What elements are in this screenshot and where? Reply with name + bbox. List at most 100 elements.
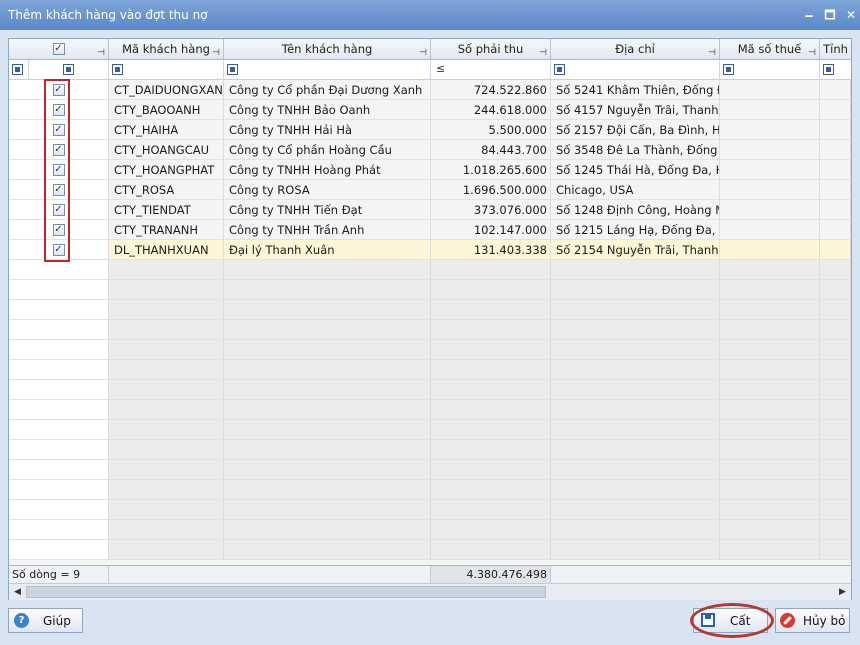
cell-empty (109, 400, 224, 420)
filter-amount[interactable]: ≤ (431, 60, 551, 80)
header-select-all[interactable]: ✓ ⊣ (9, 39, 109, 60)
cell-empty (224, 340, 431, 360)
row-checkbox[interactable]: ✓ (52, 224, 65, 236)
header-tax-code[interactable]: Mã số thuế ⊣ (720, 39, 820, 60)
filter-code[interactable] (109, 60, 224, 80)
empty-row (9, 300, 851, 320)
pin-icon[interactable]: ⊣ (419, 43, 427, 60)
filter-icon[interactable] (62, 64, 74, 75)
row-select-cell (9, 460, 109, 480)
table-row[interactable]: ✓ CTY_HOANGPHAT Công ty TNHH Hoàng Phát 1.0… (9, 160, 851, 180)
row-checkbox[interactable]: ✓ (52, 204, 65, 216)
header-customer-name[interactable]: Tên khách hàng ⊣ (224, 39, 431, 60)
cell-empty (820, 260, 851, 280)
filter-icon[interactable] (112, 64, 123, 75)
pin-icon[interactable]: ⊣ (539, 43, 547, 60)
row-checkbox[interactable]: ✓ (52, 104, 65, 116)
cell-empty (820, 80, 851, 100)
filter-row: ≤ (9, 60, 851, 80)
row-select-cell (9, 420, 109, 440)
cell-empty (820, 280, 851, 300)
cell-empty (109, 460, 224, 480)
pin-icon[interactable]: ⊣ (708, 43, 716, 60)
filter-icon[interactable] (227, 64, 238, 75)
table-row[interactable]: ✓ CT_DAIDUONGXAN Công ty Cổ phần Đại Dương… (9, 80, 851, 100)
filter-operator[interactable]: ≤ (436, 62, 445, 75)
grid-header: ✓ ⊣ Mã khách hàng ⊣ Tên khách hàng ⊣ Số … (9, 39, 851, 60)
close-icon[interactable]: ✕ (842, 6, 860, 24)
row-select-cell (9, 540, 109, 560)
pin-icon[interactable]: ⊣ (97, 43, 105, 60)
row-checkbox[interactable]: ✓ (52, 124, 65, 136)
empty-row (9, 440, 851, 460)
filter-icon[interactable] (723, 64, 734, 75)
cell-empty (720, 540, 820, 560)
cell-empty (820, 460, 851, 480)
cell-empty (720, 360, 820, 380)
filter-check[interactable] (29, 60, 109, 80)
filter-tax[interactable] (720, 60, 820, 80)
empty-row (9, 360, 851, 380)
save-button[interactable]: Cất (693, 608, 768, 633)
cell-empty (820, 320, 851, 340)
cell-empty (224, 280, 431, 300)
scroll-right-icon[interactable]: ▶ (834, 584, 851, 600)
filter-address[interactable] (551, 60, 720, 80)
table-row[interactable]: ✓ DL_THANHXUAN Đại lý Thanh Xuân 131.403.33… (9, 240, 851, 260)
cell-empty (551, 300, 720, 320)
table-row[interactable]: ✓ CTY_TRANANH Công ty TNHH Trần Anh 102.147… (9, 220, 851, 240)
filter-name[interactable] (224, 60, 431, 80)
cell-empty (720, 120, 820, 140)
table-row[interactable]: ✓ CTY_TIENDAT Công ty TNHH Tiến Đạt 373.076… (9, 200, 851, 220)
filter-row-indicator[interactable] (9, 60, 29, 80)
header-address[interactable]: Địa chỉ ⊣ (551, 39, 720, 60)
row-checkbox[interactable]: ✓ (52, 184, 65, 196)
table-row[interactable]: ✓ CTY_HOANGCAU Công ty Cổ phần Hoàng Cầu 84… (9, 140, 851, 160)
row-checkbox[interactable]: ✓ (52, 144, 65, 156)
cell-empty (720, 400, 820, 420)
header-province[interactable]: Tỉnh (820, 39, 851, 60)
filter-icon[interactable] (554, 64, 565, 75)
minimize-icon[interactable]: 🗕 (800, 6, 818, 24)
pin-icon[interactable]: ⊣ (808, 43, 816, 60)
select-all-checkbox[interactable]: ✓ (52, 43, 65, 55)
cell-empty (551, 500, 720, 520)
cell-empty (551, 460, 720, 480)
maximize-icon[interactable]: 🗖 (821, 6, 839, 24)
cell-empty (551, 360, 720, 380)
filter-icon[interactable] (823, 64, 834, 75)
cell-code: CTY_ROSA (109, 180, 224, 200)
cell-empty (109, 260, 224, 280)
row-checkbox[interactable]: ✓ (52, 244, 65, 256)
cancel-button[interactable]: Hủy bỏ (775, 608, 850, 633)
filter-icon[interactable] (12, 64, 23, 75)
title-bar: Thêm khách hàng vào đợt thu nợ 🗕 🗖 ✕ (0, 0, 860, 30)
table-row[interactable]: ✓ CTY_BAOOANH Công ty TNHH Bảo Oanh 244.618… (9, 100, 851, 120)
help-button[interactable]: ? Giúp (8, 608, 83, 633)
horizontal-scrollbar[interactable]: ◀ ▶ (9, 583, 851, 600)
header-customer-code[interactable]: Mã khách hàng ⊣ (109, 39, 224, 60)
row-checkbox[interactable]: ✓ (52, 164, 65, 176)
cell-empty (109, 380, 224, 400)
pin-icon[interactable]: ⊣ (212, 43, 220, 60)
cell-code: CTY_TIENDAT (109, 200, 224, 220)
cell-empty (224, 520, 431, 540)
cell-address: Số 2154 Nguyễn Trãi, Thanh X (551, 240, 720, 260)
row-select-cell (9, 520, 109, 540)
footer-spacer (109, 566, 431, 583)
cell-empty (820, 380, 851, 400)
header-amount[interactable]: Số phải thu ⊣ (431, 39, 551, 60)
cell-empty (720, 100, 820, 120)
table-row[interactable]: ✓ CTY_ROSA Công ty ROSA 1.696.500.000 Chicag… (9, 180, 851, 200)
row-checkbox[interactable]: ✓ (52, 84, 65, 96)
scroll-thumb[interactable] (26, 586, 546, 598)
cell-empty (820, 440, 851, 460)
dialog-window: Thêm khách hàng vào đợt thu nợ 🗕 🗖 ✕ ✓ ⊣… (0, 0, 860, 645)
cell-empty (720, 300, 820, 320)
cell-empty (820, 220, 851, 240)
scroll-left-icon[interactable]: ◀ (9, 584, 26, 600)
cell-empty (720, 480, 820, 500)
table-row[interactable]: ✓ CTY_HAIHA Công ty TNHH Hải Hà 5.500.000 Số… (9, 120, 851, 140)
cell-address: Số 2157 Đội Cấn, Ba Đình, Hà (551, 120, 720, 140)
filter-province[interactable] (820, 60, 851, 80)
